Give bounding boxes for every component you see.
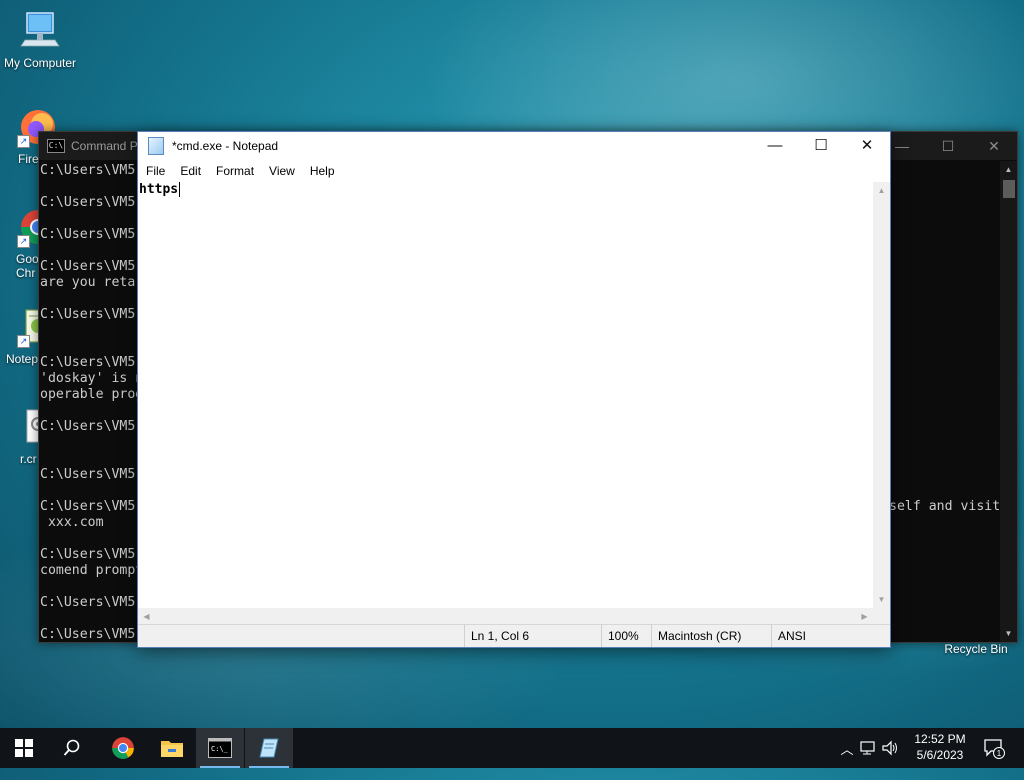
notepad-menu-bar: File Edit Format View Help xyxy=(138,160,890,182)
scrollbar-corner xyxy=(873,608,890,625)
close-button[interactable]: ✕ xyxy=(971,132,1017,160)
notification-icon: 1 xyxy=(984,739,1005,759)
desktop-icon-label: My Computer xyxy=(3,56,77,70)
taskbar-command-prompt[interactable]: C:\_ xyxy=(196,728,244,768)
menu-format[interactable]: Format xyxy=(210,164,260,178)
notification-count: 1 xyxy=(997,749,1002,758)
console-line-right: self and visit xyxy=(889,499,1000,514)
cmd-vertical-scrollbar[interactable]: ▲ ▼ xyxy=(1000,161,1017,642)
scroll-right-arrow-icon[interactable]: ▶ xyxy=(856,608,873,625)
console-line: C:\Users\VM5 xyxy=(40,499,136,514)
search-icon xyxy=(63,739,80,756)
cmd-icon: C:\ xyxy=(47,139,65,153)
close-button[interactable]: ✕ xyxy=(844,132,890,160)
menu-file[interactable]: File xyxy=(140,164,171,178)
system-tray: ︿ xyxy=(838,728,900,768)
console-line: C:\Users\VM5 xyxy=(40,595,136,610)
clock-date: 5/6/2023 xyxy=(916,748,964,762)
menu-view[interactable]: View xyxy=(263,164,301,178)
text-caret xyxy=(179,182,181,197)
folder-icon xyxy=(161,741,183,757)
console-line: are you retar xyxy=(40,275,144,290)
svg-text:C:\_: C:\_ xyxy=(211,745,229,753)
notepad-status-bar: Ln 1, Col 6 100% Macintosh (CR) ANSI xyxy=(138,624,890,647)
desktop-icon-my-computer[interactable]: My Computer xyxy=(0,10,80,70)
notepad-vertical-scrollbar[interactable]: ▲ ▼ xyxy=(873,182,890,608)
taskbar-notepad[interactable] xyxy=(245,728,293,768)
notepad-content: https xyxy=(139,182,179,197)
notepad-icon xyxy=(259,738,279,758)
windows-logo-icon xyxy=(15,739,33,757)
console-line: comend prompt xyxy=(40,563,144,578)
notepad-horizontal-scrollbar[interactable]: ◀ ▶ xyxy=(138,608,873,625)
shortcut-arrow-icon: ↗ xyxy=(17,235,30,248)
maximize-button[interactable]: ☐ xyxy=(798,132,844,160)
chevron-up-icon[interactable]: ︿ xyxy=(838,739,856,758)
menu-edit[interactable]: Edit xyxy=(174,164,207,178)
scroll-down-arrow-icon[interactable]: ▼ xyxy=(1000,625,1017,642)
taskbar: C:\_ ︿ 12:52 PM 5/6/2023 1 xyxy=(0,728,1024,768)
shortcut-arrow-icon: ↗ xyxy=(17,135,30,148)
console-line: C:\Users\VM5 xyxy=(40,419,136,434)
console-line: C:\Users\VM5 xyxy=(40,307,136,322)
scroll-up-arrow-icon[interactable]: ▲ xyxy=(873,182,890,199)
status-cursor-position: Ln 1, Col 6 xyxy=(464,625,529,647)
notepad-text-area[interactable]: https xyxy=(138,182,873,608)
start-button[interactable] xyxy=(0,728,48,768)
console-line: C:\Users\VM5 xyxy=(40,467,136,482)
console-line: C:\Users\VM5 xyxy=(40,547,136,562)
action-center-button[interactable]: 1 xyxy=(974,728,1014,768)
chrome-icon xyxy=(112,737,134,759)
console-line: C:\Users\VM5 xyxy=(40,355,136,370)
status-encoding: ANSI xyxy=(771,625,806,647)
scroll-left-arrow-icon[interactable]: ◀ xyxy=(138,608,155,625)
shortcut-arrow-icon: ↗ xyxy=(17,335,30,348)
volume-icon[interactable] xyxy=(882,740,900,756)
cmd-window-title: Command P xyxy=(71,139,138,153)
taskbar-file-explorer[interactable] xyxy=(148,728,196,768)
status-line-ending: Macintosh (CR) xyxy=(651,625,741,647)
console-line: 'doskay' is n xyxy=(40,371,144,386)
computer-icon xyxy=(19,10,61,52)
console-line: C:\Users\VM5 xyxy=(40,227,136,242)
maximize-button[interactable]: ☐ xyxy=(925,132,971,160)
notepad-window[interactable]: *cmd.exe - Notepad — ☐ ✕ File Edit Forma… xyxy=(137,131,891,648)
menu-help[interactable]: Help xyxy=(304,164,341,178)
desktop-icon-label: Recycle Bin xyxy=(944,642,1008,656)
scroll-down-arrow-icon[interactable]: ▼ xyxy=(873,591,890,608)
cmd-icon: C:\_ xyxy=(208,738,232,758)
console-line: xxx.com xyxy=(40,515,104,530)
console-line: operable prog xyxy=(40,387,144,402)
notepad-window-title: *cmd.exe - Notepad xyxy=(172,139,279,153)
taskbar-chrome[interactable] xyxy=(99,728,147,768)
status-zoom: 100% xyxy=(601,625,639,647)
console-line: C:\Users\VM5 xyxy=(40,627,136,642)
console-line: C:\Users\VM5 xyxy=(40,195,136,210)
taskbar-clock[interactable]: 12:52 PM 5/6/2023 xyxy=(908,731,972,763)
desktop-icon-recycle-bin[interactable]: Recycle Bin xyxy=(938,642,1014,656)
console-line: C:\Users\VM5 xyxy=(40,163,136,178)
notepad-title-bar[interactable]: *cmd.exe - Notepad — ☐ ✕ xyxy=(138,132,890,160)
scroll-up-arrow-icon[interactable]: ▲ xyxy=(1000,161,1017,178)
notepad-icon xyxy=(148,137,164,155)
console-line: C:\Users\VM5 xyxy=(40,259,136,274)
notepad-text-line: https xyxy=(139,182,181,197)
clock-time: 12:52 PM xyxy=(914,732,966,746)
scroll-thumb[interactable] xyxy=(1003,180,1015,198)
network-icon[interactable] xyxy=(860,740,878,756)
minimize-button[interactable]: — xyxy=(752,132,798,160)
search-button[interactable] xyxy=(48,728,96,768)
